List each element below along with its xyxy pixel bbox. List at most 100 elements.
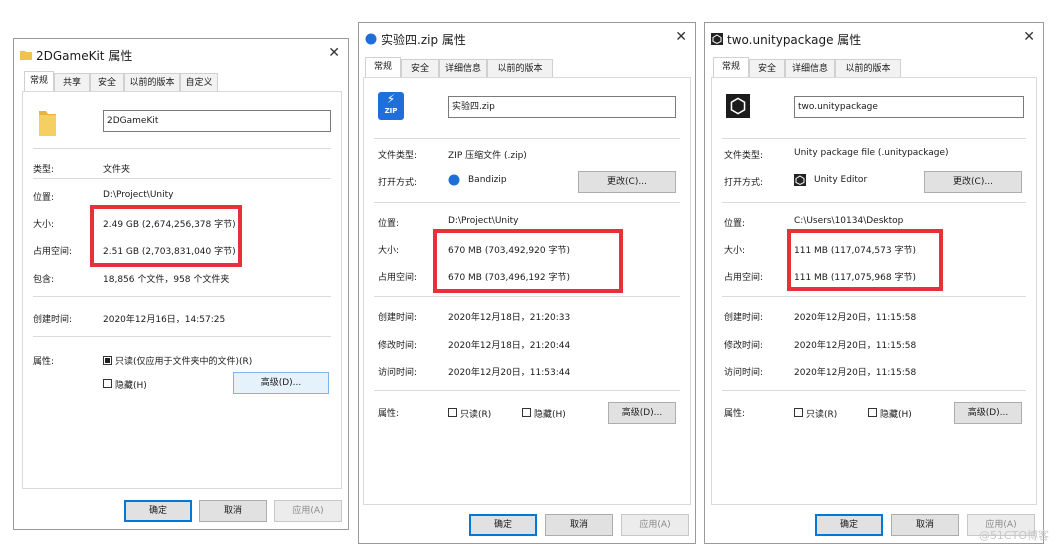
disk-size-label: 占用空间: (378, 273, 418, 283)
created-value: 2020年12月16日，14:57:25 (103, 315, 226, 325)
size-label: 大小: (724, 246, 746, 256)
tab-security[interactable]: 安全 (749, 59, 785, 77)
properties-dialog-2dgamekit: 2DGameKit 属性 ✕ 常规 共享 安全 以前的版本 自定义 2DGame… (13, 38, 349, 530)
name-field[interactable]: two.unitypackage (794, 96, 1024, 118)
separator (722, 390, 1026, 391)
window-title: 实验四.zip 属性 (381, 33, 466, 47)
accessed-label: 访问时间: (724, 368, 764, 378)
contains-value: 18,856 个文件，958 个文件夹 (103, 275, 230, 285)
readonly-checkbox[interactable] (103, 356, 112, 365)
tab-general[interactable]: 常规 (365, 57, 401, 77)
location-label: 位置: (724, 219, 746, 229)
type-label: 类型: (33, 165, 55, 175)
separator (374, 296, 680, 297)
tab-previous-versions[interactable]: 以前的版本 (835, 59, 901, 77)
apply-button[interactable]: 应用(A) (274, 500, 342, 522)
tab-customize[interactable]: 自定义 (180, 73, 218, 91)
folder-icon (39, 111, 56, 136)
change-button[interactable]: 更改(C)... (578, 171, 676, 193)
openwith-label: 打开方式: (724, 178, 764, 188)
bandizip-icon (448, 174, 460, 186)
title-bar[interactable]: two.unitypackage 属性 ✕ (705, 23, 1043, 53)
tab-sharing[interactable]: 共享 (54, 73, 90, 91)
apply-button[interactable]: 应用(A) (621, 514, 689, 536)
location-label: 位置: (378, 219, 400, 229)
separator (374, 202, 680, 203)
hidden-checkbox[interactable] (522, 408, 531, 417)
accessed-label: 访问时间: (378, 368, 418, 378)
hidden-checkbox[interactable] (868, 408, 877, 417)
filetype-label: 文件类型: (378, 151, 418, 161)
modified-label: 修改时间: (378, 341, 418, 351)
tab-security[interactable]: 安全 (401, 59, 439, 77)
tab-security[interactable]: 安全 (90, 73, 124, 91)
filetype-value: Unity package file (.unitypackage) (794, 148, 949, 158)
separator (722, 138, 1026, 139)
cancel-button[interactable]: 取消 (545, 514, 613, 536)
hidden-label: 隐藏(H) (115, 381, 147, 391)
advanced-button[interactable]: 高级(D)... (954, 402, 1022, 424)
title-bar[interactable]: 2DGameKit 属性 ✕ (14, 39, 348, 69)
modified-value: 2020年12月18日，21:20:44 (448, 341, 571, 351)
filetype-label: 文件类型: (724, 151, 764, 161)
cancel-button[interactable]: 取消 (199, 500, 267, 522)
tab-details[interactable]: 详细信息 (785, 59, 835, 77)
readonly-checkbox[interactable] (794, 408, 803, 417)
location-label: 位置: (33, 193, 55, 203)
location-value: C:\Users\10134\Desktop (794, 216, 904, 226)
separator (33, 296, 331, 297)
name-field[interactable]: 2DGameKit (103, 110, 331, 132)
change-button[interactable]: 更改(C)... (924, 171, 1022, 193)
separator (33, 178, 331, 179)
hidden-label: 隐藏(H) (534, 410, 566, 420)
cancel-button[interactable]: 取消 (891, 514, 959, 536)
readonly-checkbox[interactable] (448, 408, 457, 417)
tab-details[interactable]: 详细信息 (439, 59, 487, 77)
readonly-label: 只读(R) (806, 410, 838, 420)
general-panel: two.unitypackage 文件类型: Unity package fil… (711, 77, 1037, 505)
folder-icon (20, 51, 32, 60)
separator (33, 148, 331, 149)
watermark: @51CTO博客 (978, 529, 1049, 542)
close-icon[interactable]: ✕ (328, 45, 340, 61)
separator (374, 390, 680, 391)
modified-value: 2020年12月20日，11:15:58 (794, 341, 917, 351)
location-value: D:\Project\Unity (103, 190, 174, 200)
tab-general[interactable]: 常规 (24, 71, 54, 91)
tab-previous-versions[interactable]: 以前的版本 (487, 59, 553, 77)
separator (722, 296, 1026, 297)
location-value: D:\Project\Unity (448, 216, 519, 226)
zip-icon-label: ZIP (384, 107, 398, 115)
highlight-box (90, 205, 242, 267)
modified-label: 修改时间: (724, 341, 764, 351)
advanced-button[interactable]: 高级(D)... (233, 372, 329, 394)
general-panel: 2DGameKit 类型: 文件夹 位置: D:\Project\Unity 大… (22, 91, 342, 489)
ok-button[interactable]: 确定 (815, 514, 883, 536)
ok-button[interactable]: 确定 (469, 514, 537, 536)
attributes-label: 属性: (724, 409, 746, 419)
disk-size-label: 占用空间: (724, 273, 764, 283)
created-label: 创建时间: (33, 315, 73, 325)
size-label: 大小: (378, 246, 400, 256)
unity-icon (794, 174, 806, 186)
created-value: 2020年12月20日，11:15:58 (794, 313, 917, 323)
name-field[interactable]: 实验四.zip (448, 96, 676, 118)
close-icon[interactable]: ✕ (675, 29, 687, 45)
separator (722, 202, 1026, 203)
ok-button[interactable]: 确定 (124, 500, 192, 522)
openwith-value: Unity Editor (814, 175, 868, 185)
unity-icon (711, 33, 723, 45)
tab-general[interactable]: 常规 (713, 57, 749, 77)
close-icon[interactable]: ✕ (1023, 29, 1035, 45)
tab-previous-versions[interactable]: 以前的版本 (124, 73, 180, 91)
hidden-checkbox[interactable] (103, 379, 112, 388)
advanced-button[interactable]: 高级(D)... (608, 402, 676, 424)
zip-file-icon: ⚡ ZIP (378, 92, 404, 120)
highlight-box (787, 229, 943, 291)
contains-label: 包含: (33, 275, 55, 285)
attributes-label: 属性: (378, 409, 400, 419)
window-title: two.unitypackage 属性 (727, 33, 862, 47)
title-bar[interactable]: 实验四.zip 属性 ✕ (359, 23, 695, 53)
created-label: 创建时间: (724, 313, 764, 323)
accessed-value: 2020年12月20日，11:15:58 (794, 368, 917, 378)
